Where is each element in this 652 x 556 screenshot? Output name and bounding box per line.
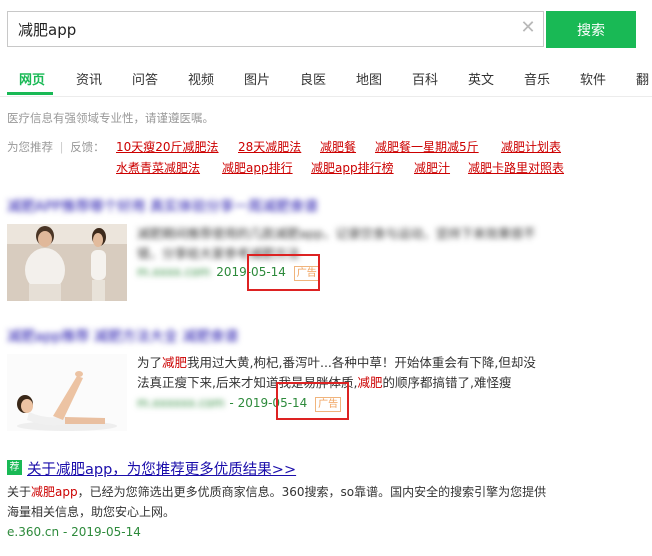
tab-translate[interactable]: 翻 <box>636 69 649 88</box>
tab-map[interactable]: 地图 <box>356 69 382 88</box>
recommend-label-row: 为您推荐 | 反馈： <box>7 139 105 155</box>
recommend-link[interactable]: 减肥app排行榜 <box>311 159 394 176</box>
recommend-link[interactable]: 减肥计划表 <box>501 138 561 155</box>
snippet-text: 的顺序都搞错了,难怪瘦 <box>382 375 512 390</box>
yoga-stretch-image <box>7 354 127 431</box>
tab-music[interactable]: 音乐 <box>524 69 550 88</box>
medical-notice: 医疗信息有强领域专业性，请谨遵医嘱。 <box>7 111 214 125</box>
recommend-link[interactable]: 减肥汁 <box>414 159 450 176</box>
annotation-highlight-box <box>247 254 320 291</box>
result-date-prefix: - <box>62 525 68 539</box>
active-tab-indicator <box>7 92 53 95</box>
result-source[interactable]: e.360.cn <box>7 525 59 539</box>
feedback-link[interactable]: 反馈： <box>70 140 105 154</box>
tab-software[interactable]: 软件 <box>580 69 606 88</box>
recommend-link[interactable]: 减肥卡路里对照表 <box>468 159 564 176</box>
tab-video[interactable]: 视频 <box>188 69 214 88</box>
tab-baike[interactable]: 百科 <box>412 69 438 88</box>
recommend-link[interactable]: 减肥餐 <box>320 138 356 155</box>
tab-news[interactable]: 资讯 <box>76 69 102 88</box>
annotation-highlight-box <box>276 382 349 420</box>
recommend-link[interactable]: 28天减肥法 <box>238 138 301 155</box>
recommend-link[interactable]: 水煮青菜减肥法 <box>116 159 200 176</box>
result-source[interactable]: m.xxxx.com <box>137 265 210 279</box>
result-date-prefix: - <box>229 396 234 410</box>
weight-loss-image <box>7 224 127 301</box>
recommend-separator: | <box>59 140 64 154</box>
recommend-label: 为您推荐 <box>7 140 53 154</box>
tab-images[interactable]: 图片 <box>244 69 270 88</box>
more-results-meta: e.360.cn - 2019-05-14 <box>7 525 141 539</box>
snippet-text: 为了 <box>137 355 163 370</box>
tab-web[interactable]: 网页 <box>19 69 45 88</box>
search-input[interactable] <box>8 12 518 46</box>
recommend-badge: 荐 <box>7 460 22 475</box>
clear-icon[interactable]: ✕ <box>520 19 536 37</box>
recommend-link[interactable]: 10天瘦20斤减肥法 <box>116 138 219 155</box>
search-bar: ✕ <box>7 11 544 47</box>
result-thumbnail[interactable] <box>7 354 127 431</box>
desc-text: 关于 <box>7 485 32 499</box>
tab-medical[interactable]: 良医 <box>300 69 326 88</box>
category-tabs: 网页 资讯 问答 视频 图片 良医 地图 百科 英文 音乐 软件 翻 <box>0 62 652 97</box>
tab-english[interactable]: 英文 <box>468 69 494 88</box>
result-title[interactable]: 减肥app推荐 减肥方法大全 减肥食谱 <box>7 326 332 346</box>
snippet-keyword: 减肥 <box>162 355 188 370</box>
result-thumbnail[interactable] <box>7 224 127 301</box>
search-button[interactable]: 搜索 <box>546 11 636 48</box>
snippet-keyword: 减肥 <box>357 375 383 390</box>
result-title[interactable]: 减肥APP推荐哪个好用 真实体验分享一周减肥食谱 <box>7 196 367 216</box>
more-results-link[interactable]: 关于减肥app，为您推荐更多优质结果>> <box>27 458 296 479</box>
desc-text: ，已经为您筛选出更多优质商家信息。360搜索，so靠谱。国内安全的搜索引擎为您提… <box>7 485 547 519</box>
desc-keyword: 减肥app <box>31 485 78 499</box>
recommend-link[interactable]: 减肥app排行 <box>222 159 293 176</box>
result-date: 2019-05-14 <box>71 525 141 539</box>
result-source[interactable]: m.xxxxxx.com <box>137 396 225 410</box>
more-results-description: 关于减肥app，已经为您筛选出更多优质商家信息。360搜索，so靠谱。国内安全的… <box>7 482 547 522</box>
result-snippet: 减肥期间推荐使用的几款减肥app，记录饮食与运动，坚持下来效果很不错，分享给大家… <box>137 226 536 261</box>
recommend-link[interactable]: 减肥餐一星期减5斤 <box>375 138 479 155</box>
tab-qa[interactable]: 问答 <box>132 69 158 88</box>
